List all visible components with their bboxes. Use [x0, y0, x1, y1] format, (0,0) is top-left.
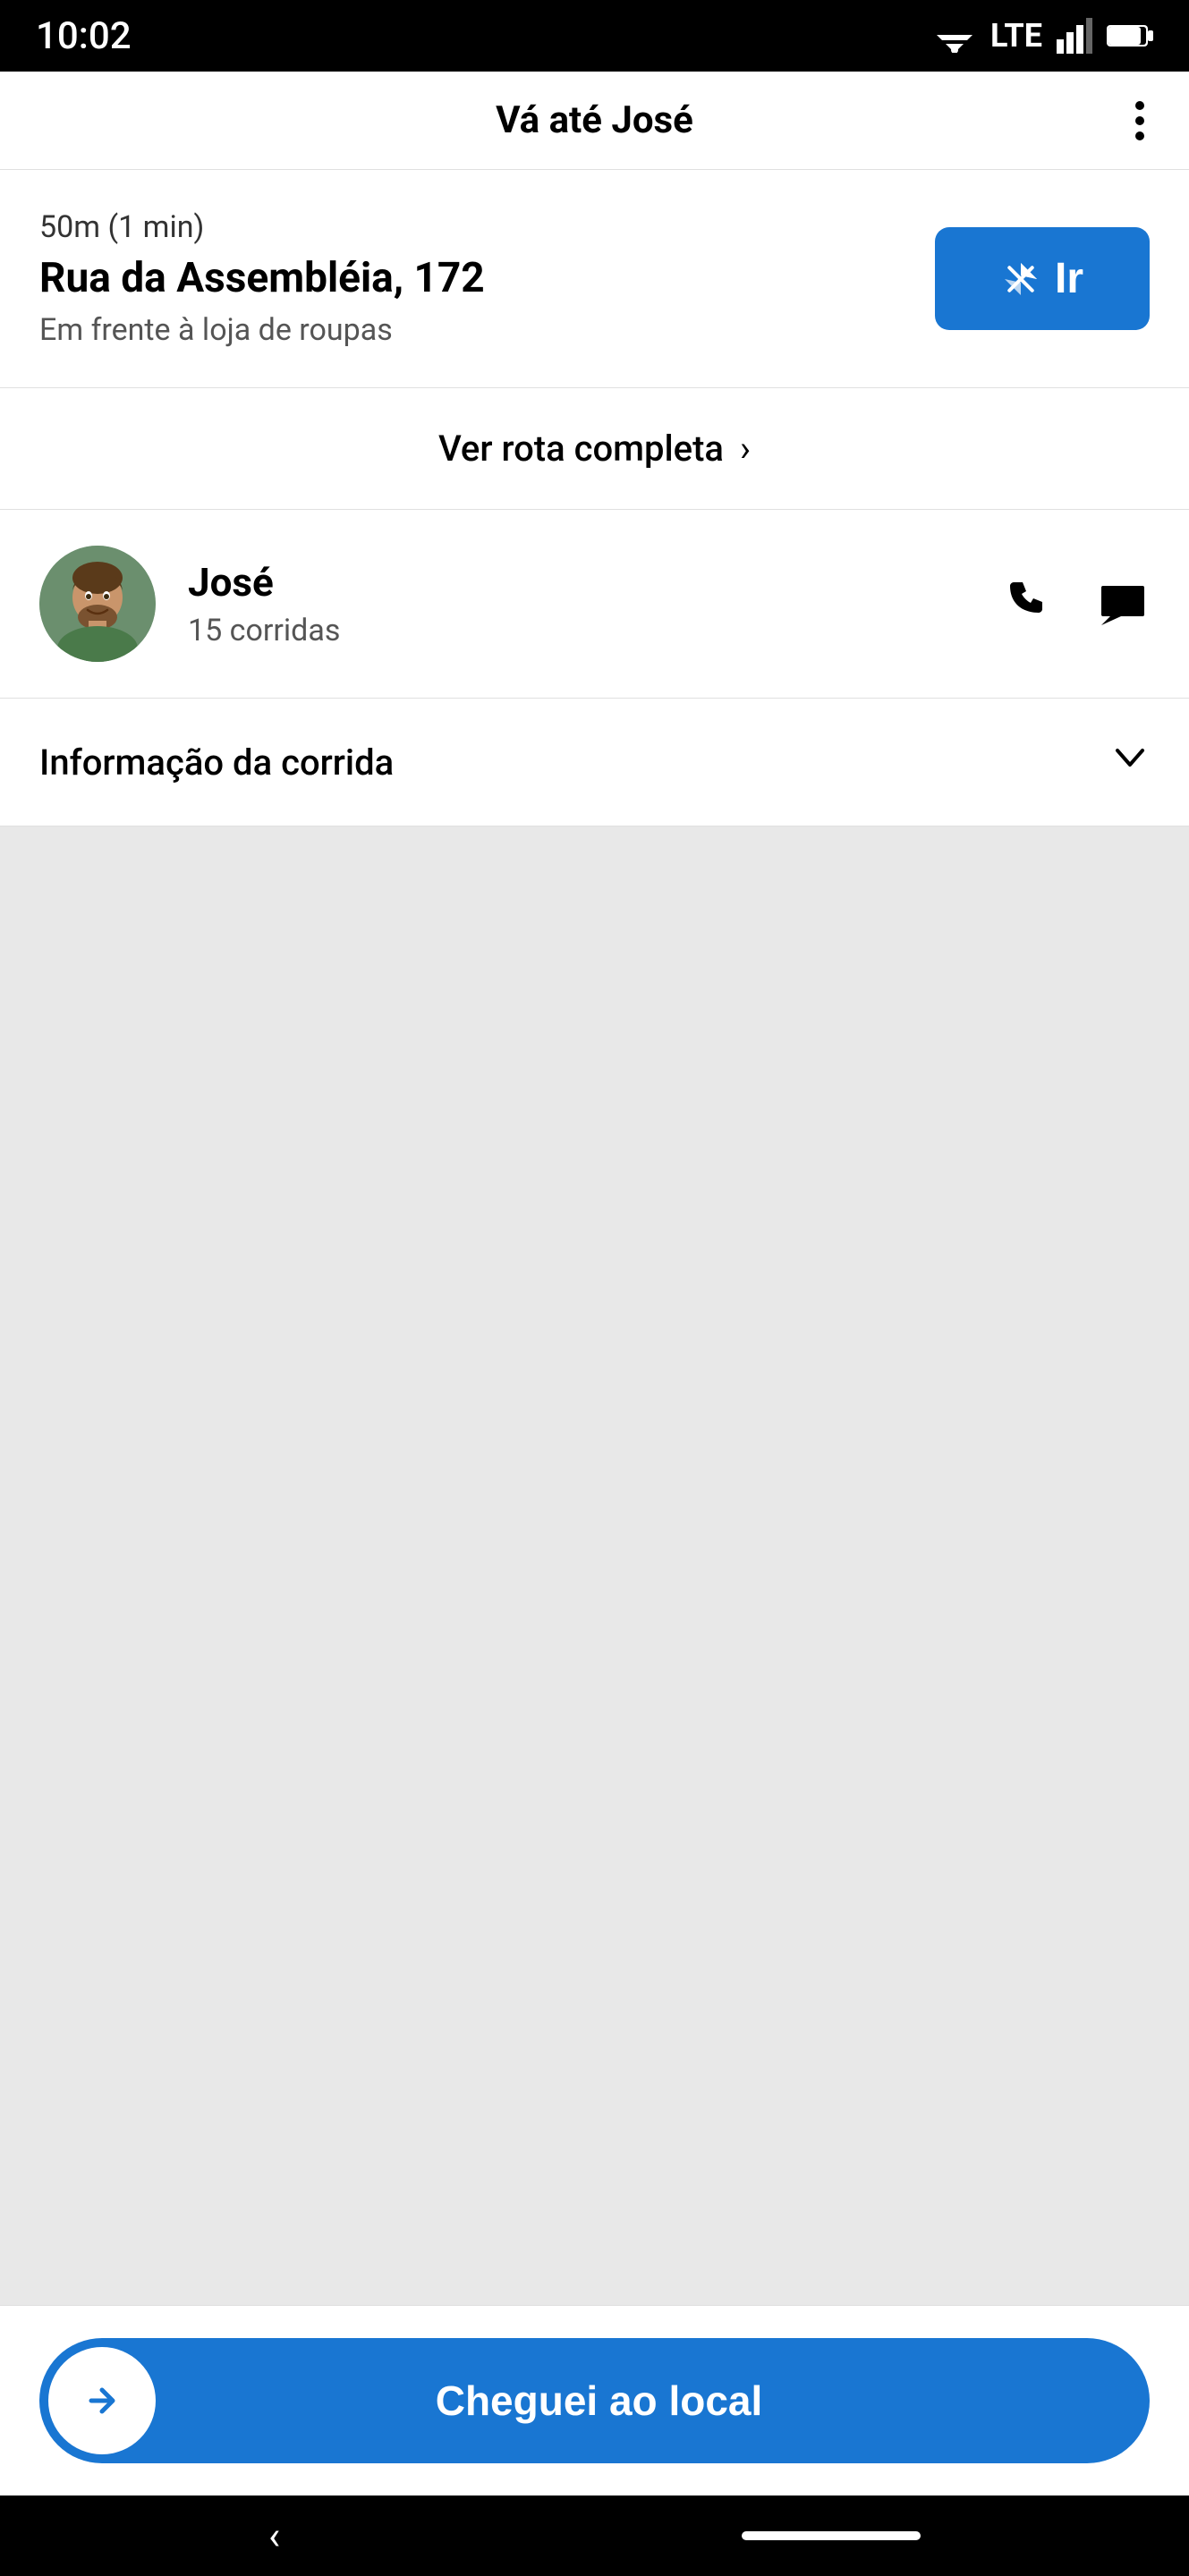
arrived-button[interactable]: Cheguei ao local	[39, 2338, 1150, 2463]
navigation-icon	[1001, 259, 1040, 299]
go-button[interactable]: Ir	[935, 227, 1150, 330]
bottom-bar: Cheguei ao local	[0, 2305, 1189, 2496]
chevron-down-icon	[1110, 738, 1150, 786]
passenger-rides: 15 corridas	[188, 613, 971, 648]
nav-info: 50m (1 min) Rua da Assembléia, 172 Em fr…	[39, 209, 908, 348]
page-title: Vá até José	[496, 98, 693, 142]
message-button[interactable]	[1096, 577, 1150, 631]
avatar-image	[39, 546, 156, 662]
map-view	[0, 826, 1189, 2305]
go-button-label: Ir	[1055, 254, 1083, 303]
landmark: Em frente à loja de roupas	[39, 312, 908, 348]
dot1	[1135, 101, 1144, 110]
battery-icon	[1107, 22, 1153, 49]
ride-info-title: Informação da corrida	[39, 741, 394, 784]
chevron-right-icon: ›	[740, 428, 751, 470]
route-complete-link[interactable]: Ver rota completa ›	[0, 388, 1189, 510]
passenger-name: José	[188, 559, 971, 606]
status-icons: LTE	[933, 17, 1153, 55]
call-button[interactable]	[1003, 577, 1057, 631]
back-button[interactable]: ‹	[268, 2512, 280, 2559]
lte-icon: LTE	[990, 17, 1042, 55]
arrived-arrow-icon	[48, 2347, 156, 2454]
dot2	[1135, 116, 1144, 125]
status-time: 10:02	[36, 14, 132, 58]
dot3	[1135, 131, 1144, 140]
distance-time: 50m (1 min)	[39, 209, 908, 245]
more-options-button[interactable]	[1126, 92, 1153, 149]
arrived-button-label: Cheguei ao local	[156, 2377, 1150, 2425]
passenger-actions	[1003, 577, 1150, 631]
bottom-navigation: ‹	[0, 2496, 1189, 2576]
ride-info-section[interactable]: Informação da corrida	[0, 699, 1189, 826]
route-link-text: Ver rota completa	[438, 428, 724, 470]
wifi-icon	[933, 19, 976, 53]
passenger-info: José 15 corridas	[188, 559, 971, 648]
app-header: Vá até José	[0, 72, 1189, 170]
navigation-card: 50m (1 min) Rua da Assembléia, 172 Em fr…	[0, 170, 1189, 388]
passenger-card: José 15 corridas	[0, 510, 1189, 699]
home-indicator[interactable]	[742, 2531, 921, 2540]
status-bar: 10:02 LTE	[0, 0, 1189, 72]
avatar	[39, 546, 156, 662]
signal-icon	[1057, 18, 1092, 54]
address: Rua da Assembléia, 172	[39, 254, 908, 303]
